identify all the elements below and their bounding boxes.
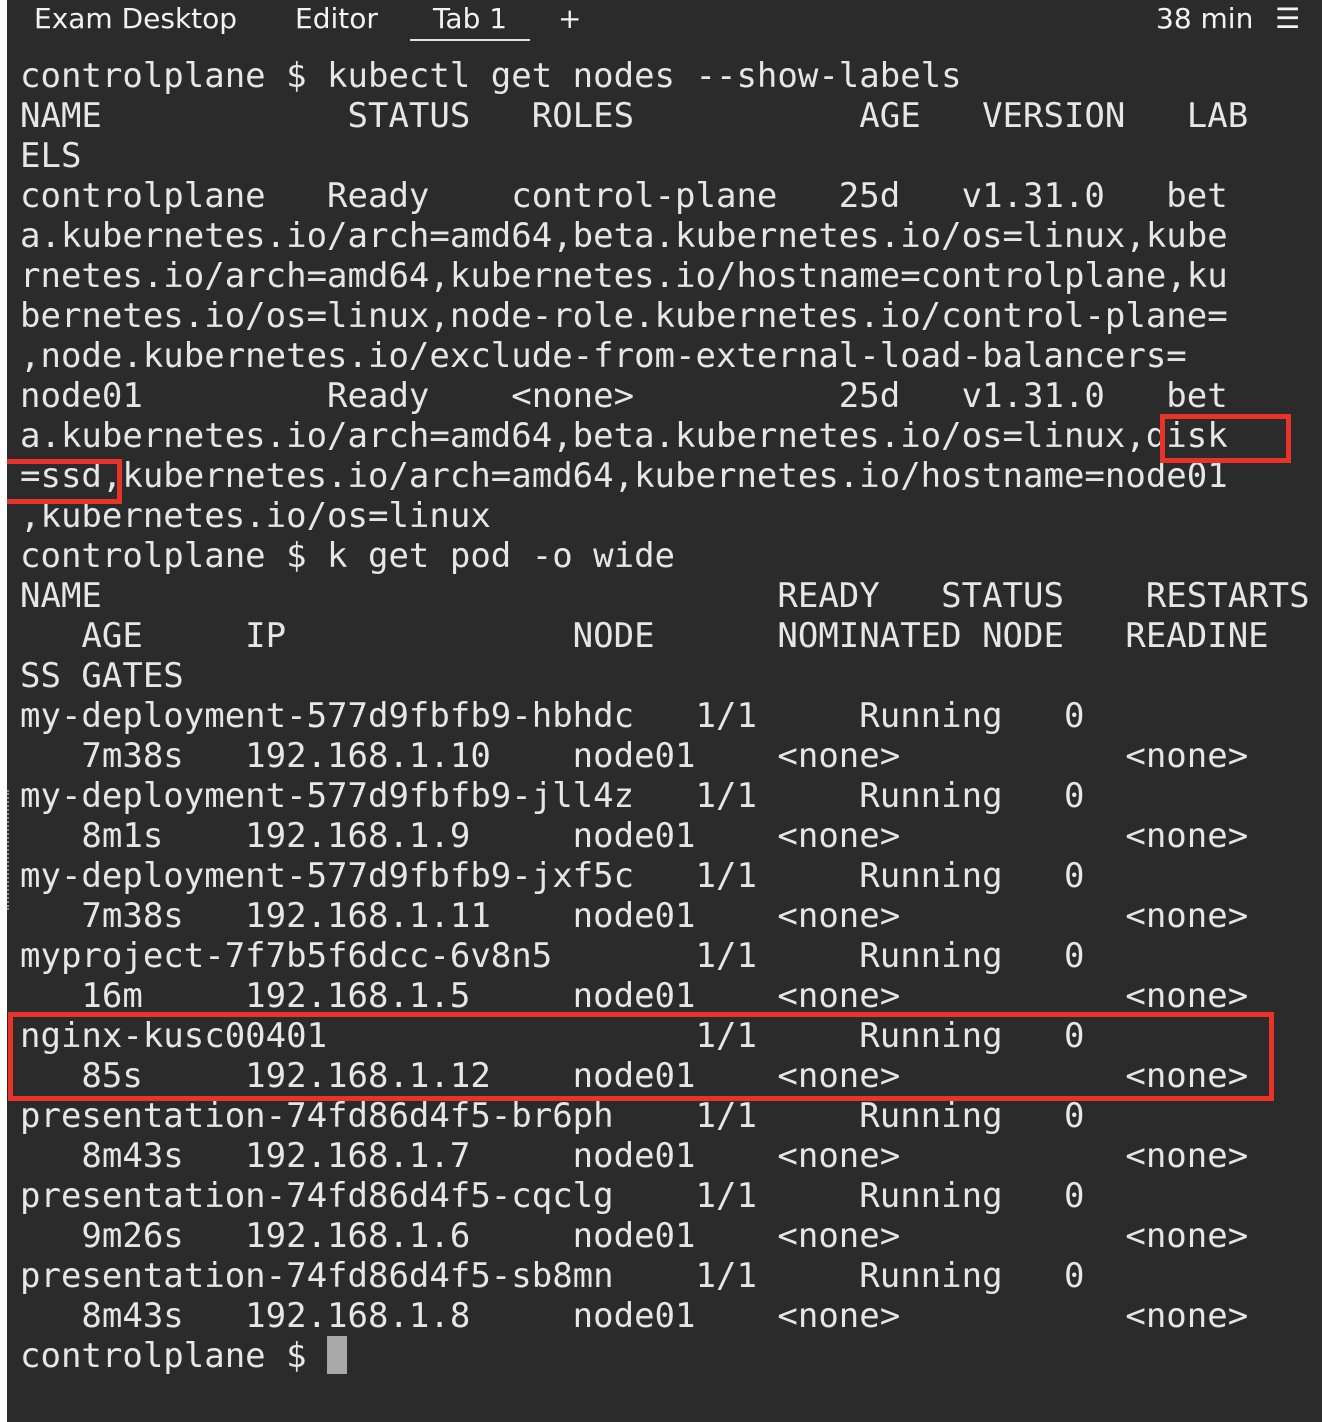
terminal-line: my-deployment-577d9fbfb9-hbhdc 1/1 Runni… xyxy=(20,696,1085,736)
tab-exam-desktop[interactable]: Exam Desktop xyxy=(34,2,237,35)
highlight-ssd-label xyxy=(7,459,122,504)
terminal-line: a.kubernetes.io/arch=amd64,beta.kubernet… xyxy=(20,216,1228,256)
terminal-line: my-deployment-577d9fbfb9-jxf5c 1/1 Runni… xyxy=(20,856,1085,896)
exam-timer: 38 min xyxy=(1156,2,1254,35)
terminal-window: Exam Desktop Editor Tab 1 + 38 min ☰ con… xyxy=(7,0,1322,1422)
tab-terminal-1[interactable]: Tab 1 xyxy=(410,2,530,41)
terminal-line: rnetes.io/arch=amd64,kubernetes.io/hostn… xyxy=(20,256,1228,296)
terminal-line: myproject-7f7b5f6dcc-6v8n5 1/1 Running 0 xyxy=(20,936,1085,976)
terminal-line: 16m 192.168.1.5 node01 <none> <none> xyxy=(20,976,1249,1016)
terminal-line: 8m43s 192.168.1.8 node01 <none> <none> xyxy=(20,1296,1249,1336)
add-tab-button[interactable]: + xyxy=(558,2,581,35)
terminal-line: ,node.kubernetes.io/exclude-from-externa… xyxy=(20,336,1187,376)
terminal-line: controlplane $ kubectl get nodes --show-… xyxy=(20,56,962,96)
terminal-line: node01 Ready <none> 25d v1.31.0 bet xyxy=(20,376,1228,416)
terminal-line: ELS xyxy=(20,136,82,176)
terminal-line: ,kubernetes.io/os=linux xyxy=(20,496,491,536)
terminal-line: 8m1s 192.168.1.9 node01 <none> <none> xyxy=(20,816,1249,856)
terminal-line: controlplane Ready control-plane 25d v1.… xyxy=(20,176,1228,216)
tab-bar: Exam Desktop Editor Tab 1 + 38 min ☰ xyxy=(7,0,1322,44)
terminal-line: presentation-74fd86d4f5-sb8mn 1/1 Runnin… xyxy=(20,1256,1085,1296)
menu-icon[interactable]: ☰ xyxy=(1275,2,1300,35)
terminal-line: bernetes.io/os=linux,node-role.kubernete… xyxy=(20,296,1228,336)
terminal-line: =ssd,kubernetes.io/arch=amd64,kubernetes… xyxy=(20,456,1228,496)
terminal-line: my-deployment-577d9fbfb9-jll4z 1/1 Runni… xyxy=(20,776,1085,816)
terminal-line: AGE IP NODE NOMINATED NODE READINE xyxy=(20,616,1269,656)
terminal-line: SS GATES xyxy=(20,656,184,696)
terminal-line: NAME READY STATUS RESTARTS xyxy=(20,576,1310,616)
terminal-line: NAME STATUS ROLES AGE VERSION LAB xyxy=(20,96,1249,136)
terminal-line: presentation-74fd86d4f5-cqclg 1/1 Runnin… xyxy=(20,1176,1085,1216)
text-cursor xyxy=(327,1336,348,1374)
terminal-line: a.kubernetes.io/arch=amd64,beta.kubernet… xyxy=(20,416,1228,456)
terminal-output[interactable]: controlplane $ kubectl get nodes --show-… xyxy=(7,56,1322,1376)
terminal-line: 7m38s 192.168.1.10 node01 <none> <none> xyxy=(20,736,1249,776)
terminal-line: 7m38s 192.168.1.11 node01 <none> <none> xyxy=(20,896,1249,936)
tab-editor[interactable]: Editor xyxy=(295,2,378,35)
terminal-line: 8m43s 192.168.1.7 node01 <none> <none> xyxy=(20,1136,1249,1176)
prompt-line[interactable]: controlplane $ xyxy=(7,1336,1322,1376)
terminal-line: presentation-74fd86d4f5-br6ph 1/1 Runnin… xyxy=(20,1096,1085,1136)
scroll-edge xyxy=(7,790,12,910)
terminal-line: controlplane $ k get pod -o wide xyxy=(20,536,676,576)
terminal-line: 9m26s 192.168.1.6 node01 <none> <none> xyxy=(20,1216,1249,1256)
highlight-nginx-pod-row xyxy=(8,1012,1274,1101)
shell-prompt: controlplane $ xyxy=(20,1336,328,1376)
highlight-disk-label xyxy=(1160,414,1291,463)
